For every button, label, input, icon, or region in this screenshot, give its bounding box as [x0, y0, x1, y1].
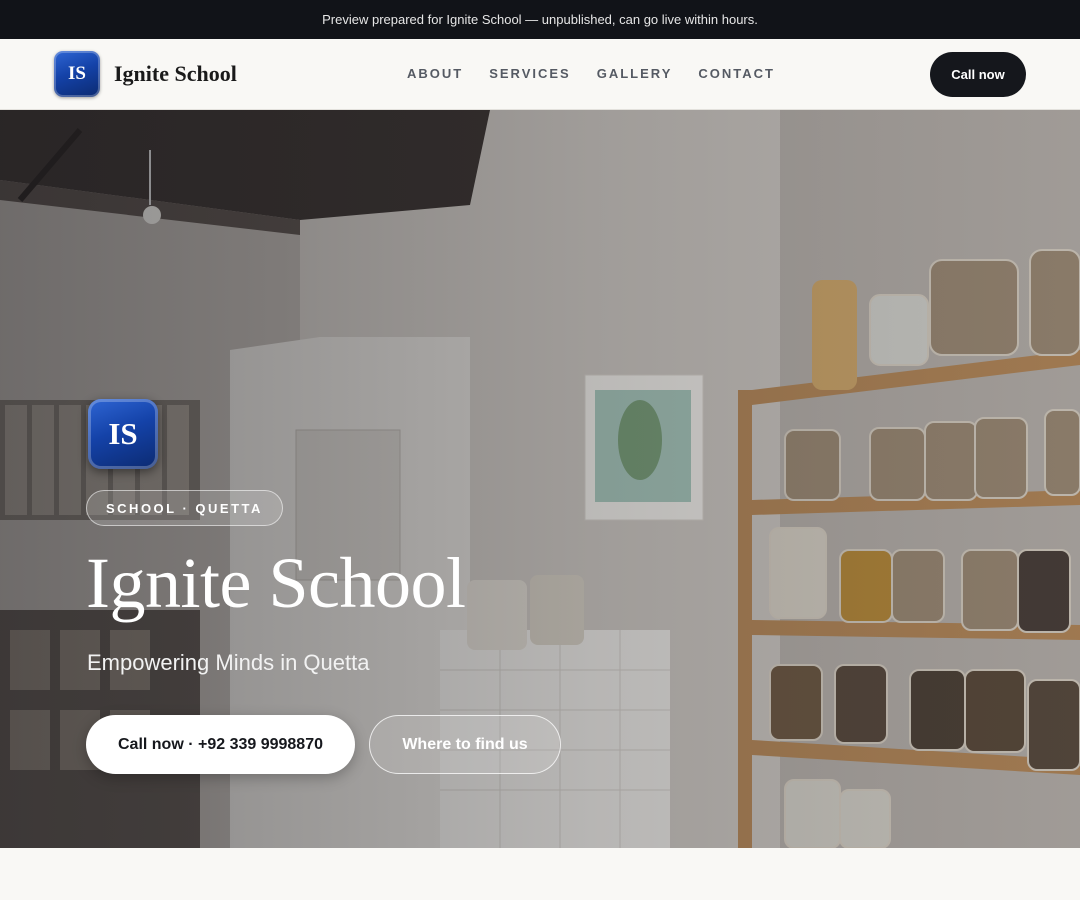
- nav-about-link[interactable]: ABOUT: [407, 66, 463, 81]
- find-us-button[interactable]: Where to find us: [369, 715, 561, 774]
- preview-banner: Preview prepared for Ignite School — unp…: [0, 0, 1080, 39]
- category-location-badge: SCHOOL · QUETTA: [86, 490, 283, 526]
- nav-contact-link[interactable]: CONTACT: [698, 66, 775, 81]
- hero-section: IS SCHOOL · QUETTA Ignite School Empower…: [0, 110, 1080, 848]
- site-header: IS Ignite School ABOUT SERVICES GALLERY …: [0, 39, 1080, 110]
- main-nav: ABOUT SERVICES GALLERY CONTACT: [407, 66, 775, 81]
- nav-gallery-link[interactable]: GALLERY: [597, 66, 673, 81]
- logo-icon[interactable]: IS: [54, 51, 100, 97]
- hero-subtitle: Empowering Minds in Quetta: [87, 650, 370, 675]
- nav-services-link[interactable]: SERVICES: [489, 66, 571, 81]
- header-call-button[interactable]: Call now: [930, 52, 1026, 97]
- call-phone-button[interactable]: Call now · +92 339 9998870: [86, 715, 355, 774]
- hero-title: Ignite School: [86, 543, 466, 623]
- brand-name[interactable]: Ignite School: [114, 61, 237, 87]
- hero-logo-icon: IS: [88, 399, 158, 469]
